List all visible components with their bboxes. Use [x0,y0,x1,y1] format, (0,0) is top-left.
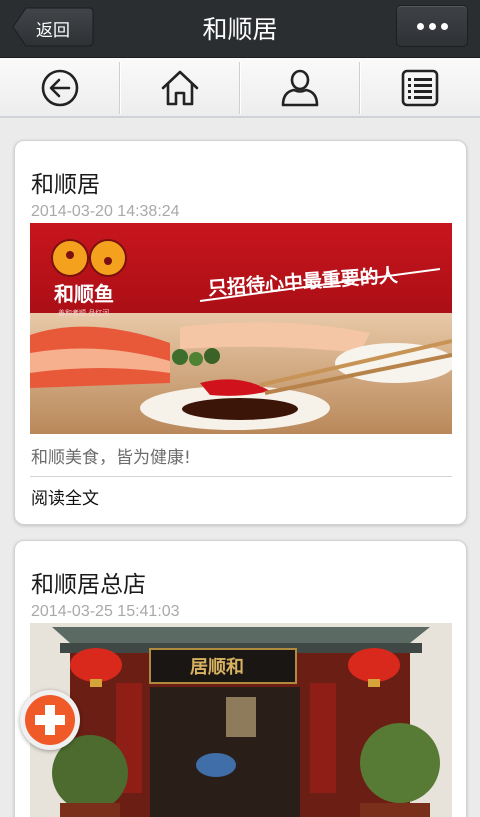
toolbar-home-button[interactable] [120,58,240,118]
article-date: 2014-03-20 14:38:24 [31,203,180,220]
back-circle-icon [41,69,79,107]
restaurant-storefront-image: 居顺和 [30,623,452,817]
plus-icon [25,695,75,745]
article-card[interactable]: 和顺居总店 2014-03-25 15:41:03 居顺和 [14,540,467,817]
back-button-label: 返回 [36,21,70,41]
read-more-link[interactable]: 阅读全文 [31,484,99,509]
article-title: 和顺居总店 [31,572,146,598]
article-cover-image[interactable]: 和顺鱼 善和者顺 品红河 只招待心中最重要的人 [30,223,452,434]
more-options-button[interactable] [396,5,468,47]
page-title: 和顺居 [202,15,278,44]
article-date: 2014-03-25 15:41:03 [31,603,180,620]
toolbar-list-button[interactable] [360,58,480,118]
restaurant-banner-image: 和顺鱼 善和者顺 品红河 只招待心中最重要的人 [30,223,452,434]
store-sign-text: 居顺和 [190,657,244,678]
article-cover-image[interactable]: 居顺和 [30,623,452,817]
user-icon [281,69,319,107]
top-nav-bar: 返回 和顺居 [0,0,480,58]
article-title: 和顺居 [31,172,100,198]
article-summary: 和顺美食，皆为健康! [31,448,191,468]
divider [30,476,452,477]
brand-name: 和顺鱼 [54,282,114,306]
toolbar-back-button[interactable] [0,58,120,118]
more-dot-icon [417,23,424,30]
brand-tagline: 善和者顺 品红河 [58,308,109,317]
more-dot-icon [429,23,436,30]
home-icon [161,70,199,106]
add-button[interactable] [20,690,80,750]
more-dot-icon [441,23,448,30]
back-button[interactable]: 返回 [12,7,94,47]
toolbar-user-button[interactable] [240,58,360,118]
toolbar [0,58,480,118]
list-icon [401,69,439,107]
article-card[interactable]: 和顺居 2014-03-20 14:38:24 和顺鱼 善和者顺 品红河 只招待… [14,140,467,525]
